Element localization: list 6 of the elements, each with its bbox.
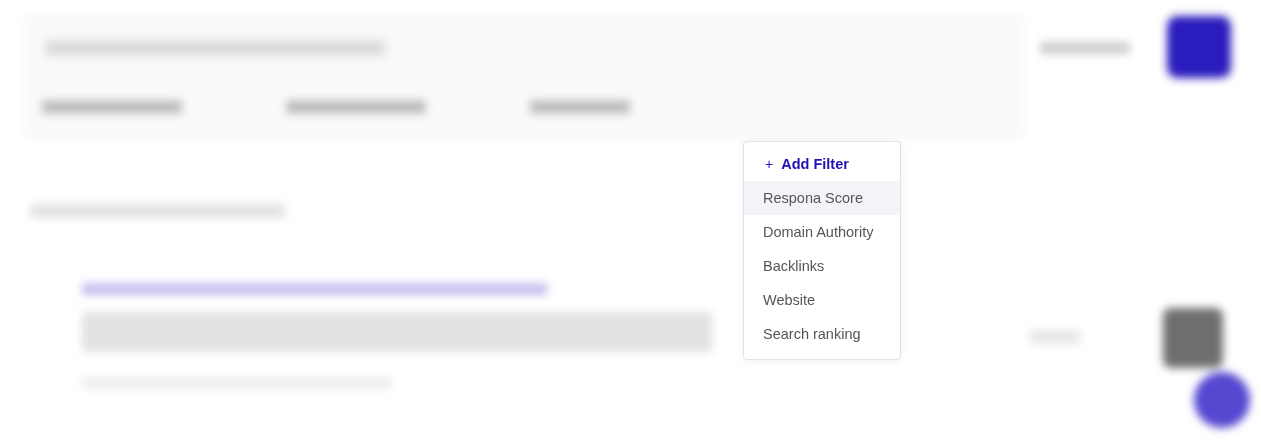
filter-option[interactable]: Search ranking bbox=[744, 317, 900, 351]
filter-option[interactable]: Respona Score bbox=[744, 181, 900, 215]
filter-option[interactable]: Domain Authority bbox=[744, 215, 900, 249]
filter-option[interactable]: Website bbox=[744, 283, 900, 317]
filter-option[interactable]: Backlinks bbox=[744, 249, 900, 283]
add-filter-button[interactable]: + Add Filter bbox=[744, 147, 900, 181]
